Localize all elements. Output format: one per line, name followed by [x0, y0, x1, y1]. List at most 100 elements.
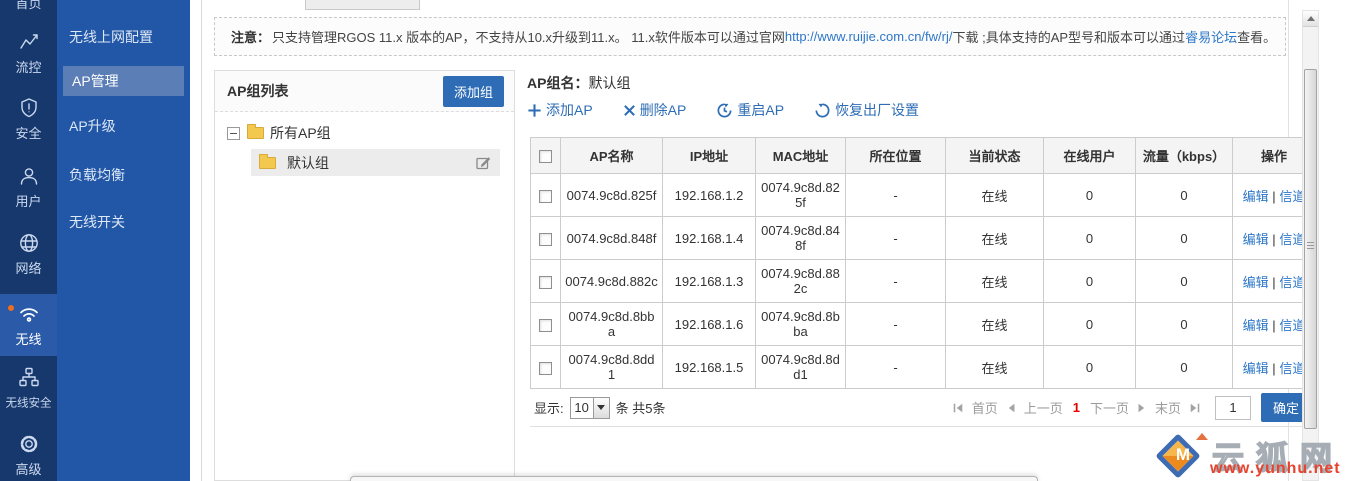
- sidebar-item-home[interactable]: 首页: [0, 0, 57, 12]
- row-checkbox[interactable]: [539, 362, 552, 375]
- column-header: AP名称: [561, 138, 663, 174]
- sidebar-item-wireless-security[interactable]: 无线安全: [0, 365, 57, 411]
- prev-page-icon[interactable]: [1006, 402, 1016, 414]
- content-left-border: [201, 0, 202, 481]
- sidebar-item-label: 无线安全: [2, 393, 54, 410]
- current-page-number: 1: [1073, 400, 1080, 415]
- row-select-cell: [531, 346, 561, 389]
- tree-node-default-group[interactable]: 默认组: [251, 149, 500, 176]
- watermark-logo-letter: M: [1162, 445, 1204, 465]
- first-page-icon[interactable]: [952, 402, 964, 414]
- restart-icon: [716, 102, 733, 119]
- submenu-item[interactable]: 无线上网配置: [57, 22, 190, 52]
- row-checkbox[interactable]: [539, 233, 552, 246]
- traffic-cell: 0: [1136, 346, 1233, 389]
- notice-text: 只支持管理RGOS 11.x 版本的AP，不支持从10.x升级到11.x。 11…: [272, 27, 785, 46]
- table-row: 0074.9c8d.882c 192.168.1.3 0074.9c8d.882…: [531, 260, 1316, 303]
- submenu-item[interactable]: 负载均衡: [57, 160, 190, 190]
- edit-group-icon[interactable]: [475, 154, 492, 171]
- sidebar-item-label: 安全: [0, 123, 57, 142]
- column-header: 所在位置: [846, 138, 946, 174]
- next-page-icon[interactable]: [1137, 402, 1147, 414]
- forum-link[interactable]: 睿易论坛: [1185, 27, 1237, 46]
- add-ap-button[interactable]: 添加AP: [527, 100, 593, 120]
- restart-ap-button[interactable]: 重启AP: [716, 100, 784, 120]
- download-link[interactable]: http://www.ruijie.com.cn/fw/rj/: [785, 29, 953, 44]
- ap-name-cell: 0074.9c8d.8dd1: [561, 346, 663, 389]
- status-cell: 在线: [946, 217, 1044, 260]
- first-page-link[interactable]: 首页: [972, 398, 998, 417]
- sidebar-item-label: 流控: [0, 57, 57, 76]
- location-cell: -: [846, 217, 946, 260]
- ap-name-cell: 0074.9c8d.848f: [561, 217, 663, 260]
- prev-page-link[interactable]: 上一页: [1024, 398, 1063, 417]
- notification-dot: [8, 305, 14, 311]
- traffic-cell: 0: [1136, 260, 1233, 303]
- pagination-bar: 显示: 10 条 共5条 首页 上一页 1 下一页 末页 确定: [530, 389, 1315, 427]
- status-cell: 在线: [946, 303, 1044, 346]
- row-checkbox[interactable]: [539, 276, 552, 289]
- ap-name-cell: 0074.9c8d.8bba: [561, 303, 663, 346]
- edit-link[interactable]: 编辑: [1243, 318, 1269, 333]
- location-cell: -: [846, 174, 946, 217]
- sidebar-item-security[interactable]: 安全: [0, 96, 57, 142]
- user-icon: [17, 164, 41, 188]
- shield-icon: [17, 96, 41, 120]
- select-all-checkbox[interactable]: [539, 150, 552, 163]
- vertical-scrollbar[interactable]: [1302, 10, 1319, 481]
- last-page-link[interactable]: 末页: [1155, 398, 1181, 417]
- edit-link[interactable]: 编辑: [1243, 361, 1269, 376]
- goto-page-input[interactable]: [1215, 396, 1251, 420]
- sidebar-item-users[interactable]: 用户: [0, 164, 57, 210]
- ap-table: AP名称IP地址MAC地址所在位置当前状态在线用户流量（kbps）操作 0074…: [530, 137, 1316, 389]
- page-size-controls: 显示: 10 条 共5条: [534, 397, 665, 419]
- sidebar-item-advanced[interactable]: 高级: [0, 432, 57, 478]
- row-checkbox[interactable]: [539, 319, 552, 332]
- sidebar-item-flow-control[interactable]: 流控: [0, 30, 57, 76]
- factory-reset-icon: [814, 102, 831, 119]
- action-separator: |: [1272, 361, 1275, 376]
- tree-collapse-icon[interactable]: [227, 127, 240, 140]
- sidebar-item-label: 用户: [0, 191, 57, 210]
- scrollbar-up-arrow[interactable]: [1303, 11, 1318, 27]
- notice-text: 下载 ;具体支持的AP型号和版本可以通过: [952, 27, 1185, 46]
- notice-text: 查看。: [1237, 27, 1276, 46]
- ip-address-cell: 192.168.1.3: [663, 260, 756, 303]
- row-select-cell: [531, 303, 561, 346]
- action-separator: |: [1272, 275, 1275, 290]
- table-header-row: AP名称IP地址MAC地址所在位置当前状态在线用户流量（kbps）操作: [531, 138, 1316, 174]
- notice-bar: 注意：只支持管理RGOS 11.x 版本的AP，不支持从10.x升级到11.x。…: [214, 17, 1286, 56]
- next-page-link[interactable]: 下一页: [1090, 398, 1129, 417]
- network-globe-icon: [17, 231, 41, 255]
- sidebar-item-network[interactable]: 网络: [0, 231, 57, 277]
- chevron-down-icon[interactable]: [593, 398, 609, 418]
- tree-node-all-groups[interactable]: 所有AP组: [227, 120, 514, 146]
- status-cell: 在线: [946, 260, 1044, 303]
- ap-management-screen: 首页 流控 安全 用户 网络: [0, 0, 1345, 481]
- submenu-item-label: AP升级: [69, 118, 116, 134]
- add-group-button[interactable]: 添加组: [443, 76, 504, 107]
- action-separator: |: [1272, 232, 1275, 247]
- submenu-item-label: AP管理: [72, 73, 119, 89]
- scrollbar-thumb[interactable]: [1304, 69, 1317, 429]
- online-users-cell: 0: [1044, 260, 1136, 303]
- delete-ap-button[interactable]: 删除AP: [623, 100, 687, 120]
- edit-link[interactable]: 编辑: [1243, 232, 1269, 247]
- flow-chart-icon: [17, 30, 41, 54]
- sidebar-item-wireless[interactable]: 无线: [0, 294, 57, 356]
- column-header: 当前状态: [946, 138, 1044, 174]
- row-checkbox[interactable]: [539, 190, 552, 203]
- edit-link[interactable]: 编辑: [1243, 189, 1269, 204]
- factory-reset-button[interactable]: 恢复出厂设置: [814, 100, 919, 120]
- page-size-select[interactable]: 10: [570, 397, 610, 419]
- edit-link[interactable]: 编辑: [1243, 275, 1269, 290]
- watermark-site-name: 云狐网: [1212, 433, 1344, 479]
- submenu-item[interactable]: AP升级: [57, 111, 190, 141]
- submenu-item[interactable]: 无线开关: [57, 207, 190, 237]
- column-header: 流量（kbps）: [1136, 138, 1233, 174]
- wifi-icon: [17, 302, 41, 326]
- watermark-url: www.yunhu.net: [1210, 460, 1341, 478]
- last-page-icon[interactable]: [1189, 402, 1201, 414]
- location-cell: -: [846, 260, 946, 303]
- submenu-item[interactable]: AP管理: [63, 66, 184, 96]
